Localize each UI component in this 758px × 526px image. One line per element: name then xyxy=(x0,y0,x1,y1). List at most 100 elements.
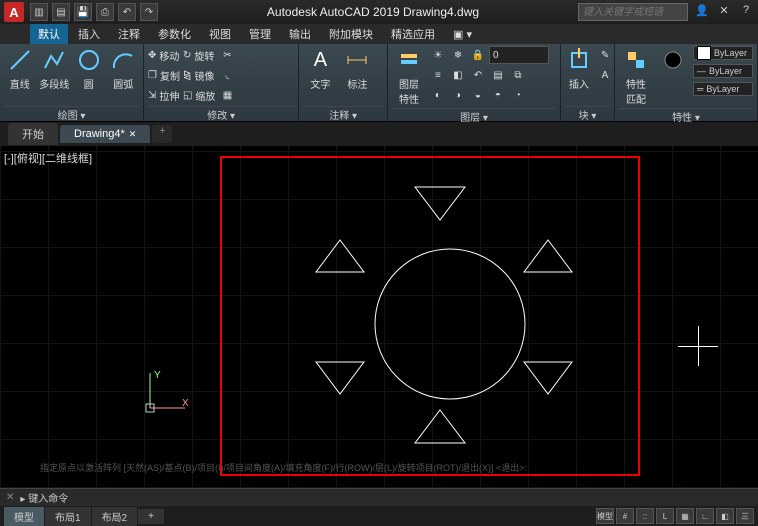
panel-layers: 图层 特性 ☀ ❄ 🔒 0 ≡ ◧ ↶ ▤ ⧉ ◐ ◑ xyxy=(388,44,561,121)
triangle-top xyxy=(410,182,470,222)
layer-icon-5[interactable]: ◔ xyxy=(509,86,527,104)
doctab-start[interactable]: 开始 xyxy=(8,123,58,145)
panel-modify-title[interactable]: 修改 ▾ xyxy=(148,106,294,121)
status-snap-icon[interactable]: :: xyxy=(636,508,654,524)
panel-properties-title[interactable]: 特性 ▾ xyxy=(619,108,753,123)
qat-save-icon[interactable]: 💾 xyxy=(74,3,92,21)
layer-match-icon[interactable]: ≡ xyxy=(429,66,447,84)
exchange-icon[interactable]: ✕ xyxy=(716,4,732,20)
scale-button[interactable]: ◱缩放 xyxy=(183,86,215,104)
dimension-button[interactable]: 标注 xyxy=(340,46,374,91)
layer-icon-3[interactable]: ◒ xyxy=(469,86,487,104)
array-icon[interactable]: ▦ xyxy=(218,86,236,104)
tab-view[interactable]: 视图 xyxy=(201,24,239,44)
status-grid-icon[interactable]: # xyxy=(616,508,634,524)
panel-draw-title[interactable]: 绘图 ▾ xyxy=(4,106,139,121)
layer-iso-icon[interactable]: ◧ xyxy=(449,66,467,84)
color-button[interactable] xyxy=(656,46,690,74)
triangle-lower-left xyxy=(312,358,368,398)
panel-block-title[interactable]: 块 ▾ xyxy=(565,106,610,121)
help-search-input[interactable] xyxy=(578,3,688,21)
new-tab-button[interactable]: + xyxy=(152,125,172,143)
tab-output[interactable]: 输出 xyxy=(281,24,319,44)
layout-tab-add[interactable]: + xyxy=(138,509,164,524)
tab-insert[interactable]: 插入 xyxy=(70,24,108,44)
layer-merge-icon[interactable]: ⧉ xyxy=(509,66,527,84)
svg-text:Y: Y xyxy=(154,370,161,381)
status-customize-icon[interactable]: 三 xyxy=(736,508,754,524)
move-button[interactable]: ✥移动 xyxy=(148,46,180,64)
block-edit-icon[interactable]: ✎ xyxy=(596,46,614,64)
panel-modify: ✥移动 ❐复制 ⇲拉伸 ↻旋转 ⧎镜像 ◱缩放 ✂ ◟ ▦ 修改 ▾ xyxy=(144,44,299,121)
insert-block-button[interactable]: 插入 xyxy=(565,46,593,91)
trim-icon[interactable]: ✂ xyxy=(218,46,236,64)
svg-text:X: X xyxy=(182,398,189,409)
tab-featured[interactable]: 精选应用 xyxy=(383,24,443,44)
qat-redo-icon[interactable]: ↷ xyxy=(140,3,158,21)
arc-icon xyxy=(109,46,137,74)
mirror-button[interactable]: ⧎镜像 xyxy=(183,66,215,84)
panel-layers-title[interactable]: 图层 ▾ xyxy=(392,108,556,123)
layout-tab-2[interactable]: 布局2 xyxy=(92,507,138,526)
text-icon: A xyxy=(306,46,334,74)
triangle-lower-right xyxy=(520,358,576,398)
qat-open-icon[interactable]: ▤ xyxy=(52,3,70,21)
qat-undo-icon[interactable]: ↶ xyxy=(118,3,136,21)
tab-parametric[interactable]: 参数化 xyxy=(150,24,199,44)
layer-properties-button[interactable]: 图层 特性 xyxy=(392,46,426,106)
signin-icon[interactable]: 👤 xyxy=(694,4,710,20)
close-tab-icon[interactable]: ✕ xyxy=(129,129,137,140)
stretch-button[interactable]: ⇲拉伸 xyxy=(148,86,180,104)
layout-tab-model[interactable]: 模型 xyxy=(4,507,44,526)
fillet-icon[interactable]: ◟ xyxy=(218,66,236,84)
block-attr-icon[interactable]: A xyxy=(596,66,614,84)
layout-tab-1[interactable]: 布局1 xyxy=(45,507,91,526)
status-ortho-icon[interactable]: L xyxy=(656,508,674,524)
panel-annotate-title[interactable]: 注释 ▾ xyxy=(303,106,383,121)
command-line[interactable]: ✕ ▸ 键入命令 xyxy=(0,488,758,506)
tab-manage[interactable]: 管理 xyxy=(241,24,279,44)
text-button[interactable]: A 文字 xyxy=(303,46,337,91)
help-icon[interactable]: ? xyxy=(738,4,754,20)
layer-prev-icon[interactable]: ↶ xyxy=(469,66,487,84)
qat-saveas-icon[interactable]: ⎙ xyxy=(96,3,114,21)
qat-new-icon[interactable]: ▥ xyxy=(30,3,48,21)
current-layer-dropdown[interactable]: 0 xyxy=(489,46,549,64)
doctab-drawing4[interactable]: Drawing4* ✕ xyxy=(60,125,150,143)
tab-overflow-icon[interactable]: ▣ ▾ xyxy=(445,26,480,43)
arc-button[interactable]: 圆弧 xyxy=(108,46,140,91)
circle-button[interactable]: 圆 xyxy=(73,46,105,91)
status-polar-icon[interactable]: ▦ xyxy=(676,508,694,524)
line-button[interactable]: 直线 xyxy=(4,46,36,91)
layer-icon-4[interactable]: ◓ xyxy=(489,86,507,104)
layer-icon-2[interactable]: ◑ xyxy=(449,86,467,104)
status-lwt-icon[interactable]: ◧ xyxy=(716,508,734,524)
viewport-label[interactable]: [-][俯视][二维线框] xyxy=(4,150,92,166)
match-properties-button[interactable]: 特性 匹配 xyxy=(619,46,653,106)
rotate-button[interactable]: ↻旋转 xyxy=(183,46,215,64)
status-osnap-icon[interactable]: ∟ xyxy=(696,508,714,524)
layer-icon-1[interactable]: ◐ xyxy=(429,86,447,104)
layer-state-icon[interactable]: ▤ xyxy=(489,66,507,84)
copy-button[interactable]: ❐复制 xyxy=(148,66,180,84)
status-model[interactable]: 模型 xyxy=(596,508,614,524)
layer-freeze-icon[interactable]: ❄ xyxy=(449,46,467,64)
tab-default[interactable]: 默认 xyxy=(30,24,68,44)
layer-lock-icon[interactable]: 🔒 xyxy=(469,46,487,64)
linetype-dropdown[interactable]: ═ByLayer xyxy=(693,82,753,96)
drawing-canvas[interactable]: [-][俯视][二维线框] Y X 指定原点以激活阵列 [天然(AS)/基点(B… xyxy=(0,146,758,488)
match-properties-icon xyxy=(622,46,650,74)
app-logo[interactable]: A xyxy=(4,2,24,22)
move-icon: ✥ xyxy=(148,50,156,61)
circle-icon xyxy=(75,46,103,74)
command-close-icon[interactable]: ✕ xyxy=(6,492,14,503)
layer-off-icon[interactable]: ☀ xyxy=(429,46,447,64)
ucs-icon[interactable]: Y X xyxy=(140,368,190,418)
layer-properties-icon xyxy=(395,46,423,74)
polyline-button[interactable]: 多段线 xyxy=(39,46,71,91)
insert-block-icon xyxy=(565,46,593,74)
tab-addins[interactable]: 附加模块 xyxy=(321,24,381,44)
tab-annotate[interactable]: 注释 xyxy=(110,24,148,44)
lineweight-dropdown[interactable]: —ByLayer xyxy=(693,64,753,78)
color-dropdown[interactable]: ByLayer xyxy=(693,46,753,60)
